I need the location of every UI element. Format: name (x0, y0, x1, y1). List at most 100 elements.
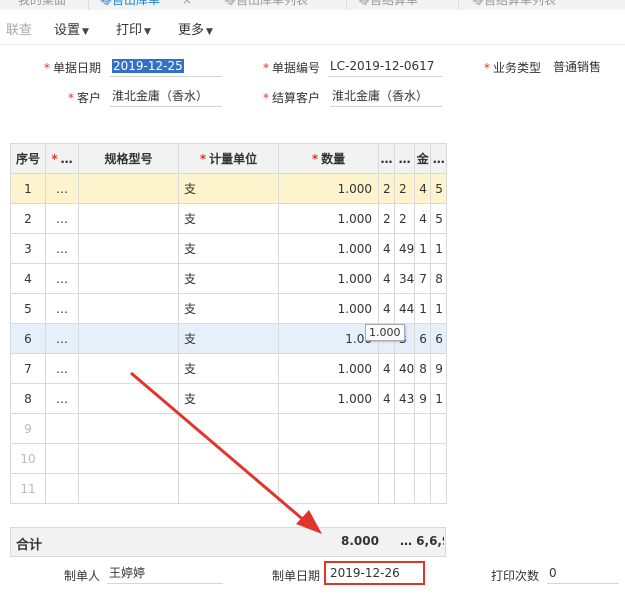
amount-cell[interactable]: 7 (414, 263, 432, 294)
close-icon[interactable]: × (182, 0, 192, 9)
col-header-b[interactable]: … (393, 143, 416, 174)
col-d-cell[interactable] (430, 473, 448, 504)
col-b-cell[interactable]: 49 (393, 233, 416, 264)
col-header-amount[interactable]: 金 (414, 143, 432, 174)
spec-cell[interactable] (78, 443, 179, 474)
spec-cell[interactable] (78, 473, 179, 504)
amount-cell[interactable] (414, 473, 432, 504)
unit-cell[interactable] (178, 443, 279, 474)
item-cell[interactable]: … (45, 203, 79, 234)
col-d-cell[interactable]: 1 (430, 383, 448, 414)
spec-cell[interactable] (78, 293, 179, 324)
amount-cell[interactable] (414, 443, 432, 474)
unit-cell[interactable]: 支 (178, 383, 279, 414)
col-b-cell[interactable]: 2 (393, 173, 416, 204)
qty-cell[interactable] (278, 413, 379, 444)
table-row[interactable]: 11 (10, 473, 448, 504)
row-number-cell[interactable]: 4 (10, 263, 46, 294)
col-a-cell[interactable]: 4 (378, 293, 395, 324)
more-button[interactable]: 更多 ▼ (178, 19, 213, 38)
table-row[interactable]: 2… 支 1.000 2 2 4 5 (10, 203, 448, 234)
item-cell[interactable] (45, 473, 79, 504)
item-cell[interactable]: … (45, 173, 79, 204)
unit-cell[interactable]: 支 (178, 323, 279, 354)
qty-cell[interactable]: 1.000 (278, 233, 379, 264)
row-number-cell[interactable]: 9 (10, 413, 46, 444)
tab-retail-settlement-list[interactable]: 零售结算单列表 (472, 0, 556, 9)
spec-cell[interactable] (78, 203, 179, 234)
spec-cell[interactable] (78, 263, 179, 294)
settings-button[interactable]: 设置 ▼ (54, 19, 89, 38)
col-a-cell[interactable]: 4 (378, 263, 395, 294)
spec-cell[interactable] (78, 413, 179, 444)
item-cell[interactable]: … (45, 323, 79, 354)
qty-cell[interactable] (278, 473, 379, 504)
print-button[interactable]: 打印 ▼ (116, 19, 151, 38)
col-a-cell[interactable]: 4 (378, 233, 395, 264)
unit-cell[interactable] (178, 473, 279, 504)
col-b-cell[interactable]: 2 (393, 203, 416, 234)
spec-cell[interactable] (78, 173, 179, 204)
item-cell[interactable]: … (45, 263, 79, 294)
spec-cell[interactable] (78, 353, 179, 384)
row-number-cell[interactable]: 3 (10, 233, 46, 264)
table-row[interactable]: 4… 支 1.000 4 34 7 8 (10, 263, 448, 294)
col-header-d[interactable]: … (430, 143, 448, 174)
customer-field[interactable]: 淮北金庸（香水） (110, 88, 222, 107)
unit-cell[interactable]: 支 (178, 173, 279, 204)
item-cell[interactable]: … (45, 233, 79, 264)
row-number-cell[interactable]: 2 (10, 203, 46, 234)
spec-cell[interactable] (78, 233, 179, 264)
row-number-cell[interactable]: 11 (10, 473, 46, 504)
qty-cell[interactable]: 1.000 (278, 383, 379, 414)
table-row[interactable]: 10 (10, 443, 448, 474)
table-row[interactable]: 3… 支 1.000 4 49 1 1 (10, 233, 448, 264)
col-d-cell[interactable]: 5 (430, 203, 448, 234)
col-a-cell[interactable] (378, 473, 395, 504)
amount-cell[interactable]: 6 (414, 323, 432, 354)
col-d-cell[interactable] (430, 413, 448, 444)
col-b-cell[interactable]: 43 (393, 383, 416, 414)
doc-date-field[interactable]: 2019-12-25 (110, 58, 222, 77)
table-row[interactable]: 7… 支 1.000 4 40 8 9 (10, 353, 448, 384)
qty-cell[interactable] (278, 443, 379, 474)
col-d-cell[interactable]: 5 (430, 173, 448, 204)
row-number-cell[interactable]: 5 (10, 293, 46, 324)
audit-button[interactable]: 联查 (6, 19, 32, 38)
table-row[interactable]: 1… 支 1.000 2 2 4 5 (10, 173, 448, 204)
qty-cell[interactable]: 1.00 (278, 323, 379, 354)
col-b-cell[interactable]: 44 (393, 293, 416, 324)
unit-cell[interactable]: 支 (178, 263, 279, 294)
col-a-cell[interactable]: 4 (378, 383, 395, 414)
col-b-cell[interactable]: 40 (393, 353, 416, 384)
tab-retail-outbound[interactable]: 零售出库单 (100, 0, 160, 9)
doc-no-field[interactable]: LC-2019-12-0617 (328, 58, 442, 77)
table-row[interactable]: 5… 支 1.000 4 44 1 1 (10, 293, 448, 324)
tab-my-desktop[interactable]: 我的桌面 (18, 0, 66, 9)
col-b-cell[interactable] (393, 473, 416, 504)
col-d-cell[interactable]: 9 (430, 353, 448, 384)
col-header-spec[interactable]: 规格型号 (78, 143, 179, 174)
amount-cell[interactable] (414, 413, 432, 444)
col-b-cell[interactable] (393, 443, 416, 474)
tab-retail-outbound-list[interactable]: 零售出库单列表 (224, 0, 308, 9)
item-cell[interactable]: … (45, 383, 79, 414)
col-b-cell[interactable] (393, 413, 416, 444)
row-number-cell[interactable]: 8 (10, 383, 46, 414)
col-a-cell[interactable]: 2 (378, 203, 395, 234)
table-row[interactable]: 9 (10, 413, 448, 444)
qty-cell[interactable]: 1.000 (278, 353, 379, 384)
amount-cell[interactable]: 4 (414, 203, 432, 234)
col-a-cell[interactable] (378, 413, 395, 444)
col-b-cell[interactable]: 34 (393, 263, 416, 294)
settle-customer-field[interactable]: 淮北金庸（香水） (330, 88, 442, 107)
item-cell[interactable]: … (45, 353, 79, 384)
col-d-cell[interactable] (430, 443, 448, 474)
col-header-no[interactable]: 序号 (10, 143, 46, 174)
unit-cell[interactable]: 支 (178, 353, 279, 384)
col-d-cell[interactable]: 8 (430, 263, 448, 294)
unit-cell[interactable] (178, 413, 279, 444)
item-cell[interactable] (45, 443, 79, 474)
unit-cell[interactable]: 支 (178, 203, 279, 234)
biz-type-field[interactable]: 普通销售 (551, 59, 625, 77)
